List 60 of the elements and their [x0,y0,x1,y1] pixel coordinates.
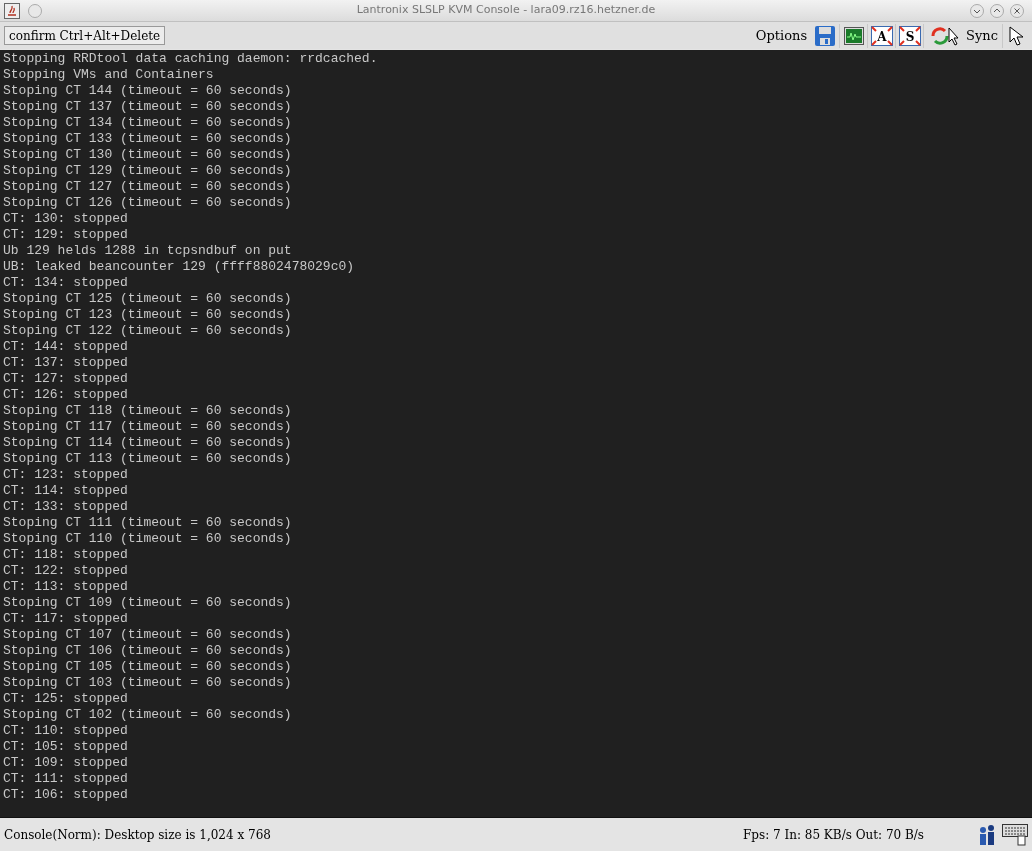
console-line: Stoping CT 144 (timeout = 60 seconds) [3,83,292,99]
console-line: CT: 134: stopped [3,275,128,291]
window-title: Lantronix SLSLP KVM Console - lara09.rz16.hetzner.de [355,2,657,19]
letter-a-icon[interactable]: A [867,23,896,48]
console-line: Stoping CT 109 (timeout = 60 seconds) [3,595,292,611]
console-line: Stoping CT 107 (timeout = 60 seconds) [3,627,292,643]
console-line: CT: 117: stopped [3,611,128,627]
console-line: CT: 110: stopped [3,723,128,739]
console-line: CT: 125: stopped [3,691,128,707]
console-line: CT: 111: stopped [3,771,128,787]
console-line: CT: 126: stopped [3,387,128,403]
console-line: Stoping CT 126 (timeout = 60 seconds) [3,195,292,211]
status-message: Console(Norm): Desktop size is 1,024 x 768 [4,826,271,844]
console-line: CT: 123: stopped [3,467,128,483]
confirm-ctrl-alt-delete-button[interactable]: confirm Ctrl+Alt+Delete [4,26,166,45]
console-line: CT: 130: stopped [3,211,128,227]
maximize-icon[interactable] [990,3,1004,18]
console-line: Stopping RRDtool data caching daemon: rrdcached. [3,51,378,67]
console-line: Stoping CT 134 (timeout = 60 seconds) [3,115,292,131]
console-line: Stoping CT 102 (timeout = 60 seconds) [3,707,292,723]
console-line: CT: 144: stopped [3,339,128,355]
sync-button[interactable]: Sync [923,23,1002,48]
console-line: CT: 114: stopped [3,483,128,499]
console-line: CT: 129: stopped [3,227,128,243]
console-line: Stoping CT 125 (timeout = 60 seconds) [3,291,292,307]
console-line: Stoping CT 123 (timeout = 60 seconds) [3,307,292,323]
console-line: CT: 113: stopped [3,579,128,595]
console-line: CT: 118: stopped [3,547,128,563]
java-app-icon [4,2,20,19]
console-line: CT: 137: stopped [3,355,128,371]
console-line: Stoping CT 103 (timeout = 60 seconds) [3,675,292,691]
console-line: Stoping CT 122 (timeout = 60 seconds) [3,323,292,339]
console-line: Stoping CT 111 (timeout = 60 seconds) [3,515,292,531]
traffic-stats: Fps: 7 In: 85 KB/s Out: 70 B/s [742,826,924,844]
console-line: Stoping CT 118 (timeout = 60 seconds) [3,403,292,419]
console-line: CT: 127: stopped [3,371,128,387]
console-line: Stoping CT 127 (timeout = 60 seconds) [3,179,292,195]
console-line: Stoping CT 110 (timeout = 60 seconds) [3,531,292,547]
console-line: CT: 106: stopped [3,787,128,803]
close-icon[interactable] [1010,3,1024,18]
options-menu[interactable]: Options [751,25,812,46]
console-line: Stoping CT 105 (timeout = 60 seconds) [3,659,292,675]
console-line: Stoping CT 113 (timeout = 60 seconds) [3,451,292,467]
console-line: Stoping CT 114 (timeout = 60 seconds) [3,435,292,451]
console-line: Stoping CT 130 (timeout = 60 seconds) [3,147,292,163]
minimize-icon[interactable] [970,3,984,18]
console-line: CT: 105: stopped [3,739,128,755]
console-line: Stoping CT 117 (timeout = 60 seconds) [3,419,292,435]
console-line: Stoping CT 137 (timeout = 60 seconds) [3,99,292,115]
console-line: UB: leaked beancounter 129 (ffff8802478029c0) [3,259,355,275]
console-line: Stoping CT 129 (timeout = 60 seconds) [3,163,292,179]
console-line: Stoping CT 133 (timeout = 60 seconds) [3,131,292,147]
console-line: CT: 109: stopped [3,755,128,771]
console-line: Stopping VMs and Containers [3,67,214,83]
console-line: CT: 133: stopped [3,499,128,515]
letter-s-icon[interactable]: S [895,23,924,48]
console-line: Ub 129 helds 1288 in tcpsndbuf on put [3,243,292,259]
console-line: Stoping CT 106 (timeout = 60 seconds) [3,643,292,659]
console-line: CT: 122: stopped [3,563,128,579]
keyboard-icon[interactable] [1002,823,1028,846]
